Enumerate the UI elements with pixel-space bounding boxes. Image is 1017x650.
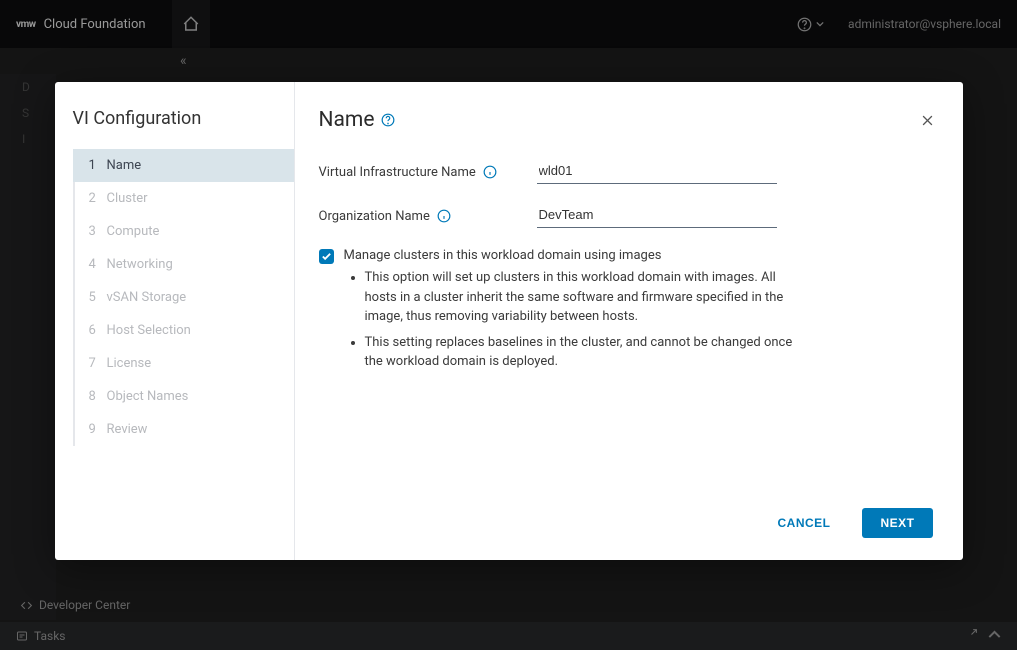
wizard-main: Name Virtual Infrastructure Name bbox=[295, 82, 963, 560]
step-number: 2 bbox=[89, 191, 107, 206]
next-button[interactable]: Next bbox=[862, 508, 932, 538]
step-label: Host Selection bbox=[107, 323, 191, 338]
modal-overlay: VI Configuration 1 Name 2 Cluster 3 Comp… bbox=[0, 0, 1017, 650]
step-number: 3 bbox=[89, 224, 107, 239]
org-label-text: Organization Name bbox=[319, 209, 430, 224]
step-label: Review bbox=[107, 422, 148, 437]
step-object-names[interactable]: 8 Object Names bbox=[75, 380, 294, 413]
step-cluster[interactable]: 2 Cluster bbox=[75, 182, 294, 215]
step-number: 1 bbox=[89, 158, 107, 173]
step-label: Networking bbox=[107, 257, 173, 272]
checkbox-description-list: This option will set up clusters in this… bbox=[319, 268, 927, 372]
step-label: Cluster bbox=[107, 191, 148, 206]
checkbox-label: Manage clusters in this workload domain … bbox=[344, 248, 662, 263]
help-icon[interactable] bbox=[381, 113, 395, 127]
vin-input[interactable] bbox=[537, 160, 777, 184]
step-label: License bbox=[107, 356, 152, 371]
step-number: 9 bbox=[89, 422, 107, 437]
step-number: 6 bbox=[89, 323, 107, 338]
wizard-title: VI Configuration bbox=[73, 108, 294, 129]
step-number: 8 bbox=[89, 389, 107, 404]
wizard-sidebar: VI Configuration 1 Name 2 Cluster 3 Comp… bbox=[55, 82, 295, 560]
cancel-button[interactable]: Cancel bbox=[759, 508, 848, 538]
manage-clusters-checkbox[interactable] bbox=[319, 249, 334, 264]
panel-title: Name bbox=[319, 108, 927, 132]
step-networking[interactable]: 4 Networking bbox=[75, 248, 294, 281]
info-icon[interactable] bbox=[483, 165, 497, 179]
step-compute[interactable]: 3 Compute bbox=[75, 215, 294, 248]
close-button[interactable] bbox=[916, 108, 939, 137]
step-name[interactable]: 1 Name bbox=[73, 149, 294, 182]
step-label: Name bbox=[107, 158, 142, 173]
vin-label: Virtual Infrastructure Name bbox=[319, 165, 537, 180]
bullet-item: This setting replaces baselines in the c… bbox=[365, 333, 805, 372]
step-host-selection[interactable]: 6 Host Selection bbox=[75, 314, 294, 347]
step-license[interactable]: 7 License bbox=[75, 347, 294, 380]
wizard-dialog: VI Configuration 1 Name 2 Cluster 3 Comp… bbox=[55, 82, 963, 560]
step-label: Compute bbox=[107, 224, 160, 239]
vin-label-text: Virtual Infrastructure Name bbox=[319, 165, 476, 180]
org-label: Organization Name bbox=[319, 209, 537, 224]
step-number: 5 bbox=[89, 290, 107, 305]
bullet-item: This option will set up clusters in this… bbox=[365, 268, 805, 327]
step-vsan-storage[interactable]: 5 vSAN Storage bbox=[75, 281, 294, 314]
panel-title-text: Name bbox=[319, 108, 375, 132]
step-review[interactable]: 9 Review bbox=[75, 413, 294, 446]
step-list: 1 Name 2 Cluster 3 Compute 4 Networking … bbox=[73, 149, 294, 446]
step-label: vSAN Storage bbox=[107, 290, 187, 305]
step-number: 7 bbox=[89, 356, 107, 371]
step-number: 4 bbox=[89, 257, 107, 272]
info-icon[interactable] bbox=[437, 209, 451, 223]
step-label: Object Names bbox=[107, 389, 189, 404]
org-input[interactable] bbox=[537, 204, 777, 228]
wizard-footer: Cancel Next bbox=[295, 494, 963, 560]
